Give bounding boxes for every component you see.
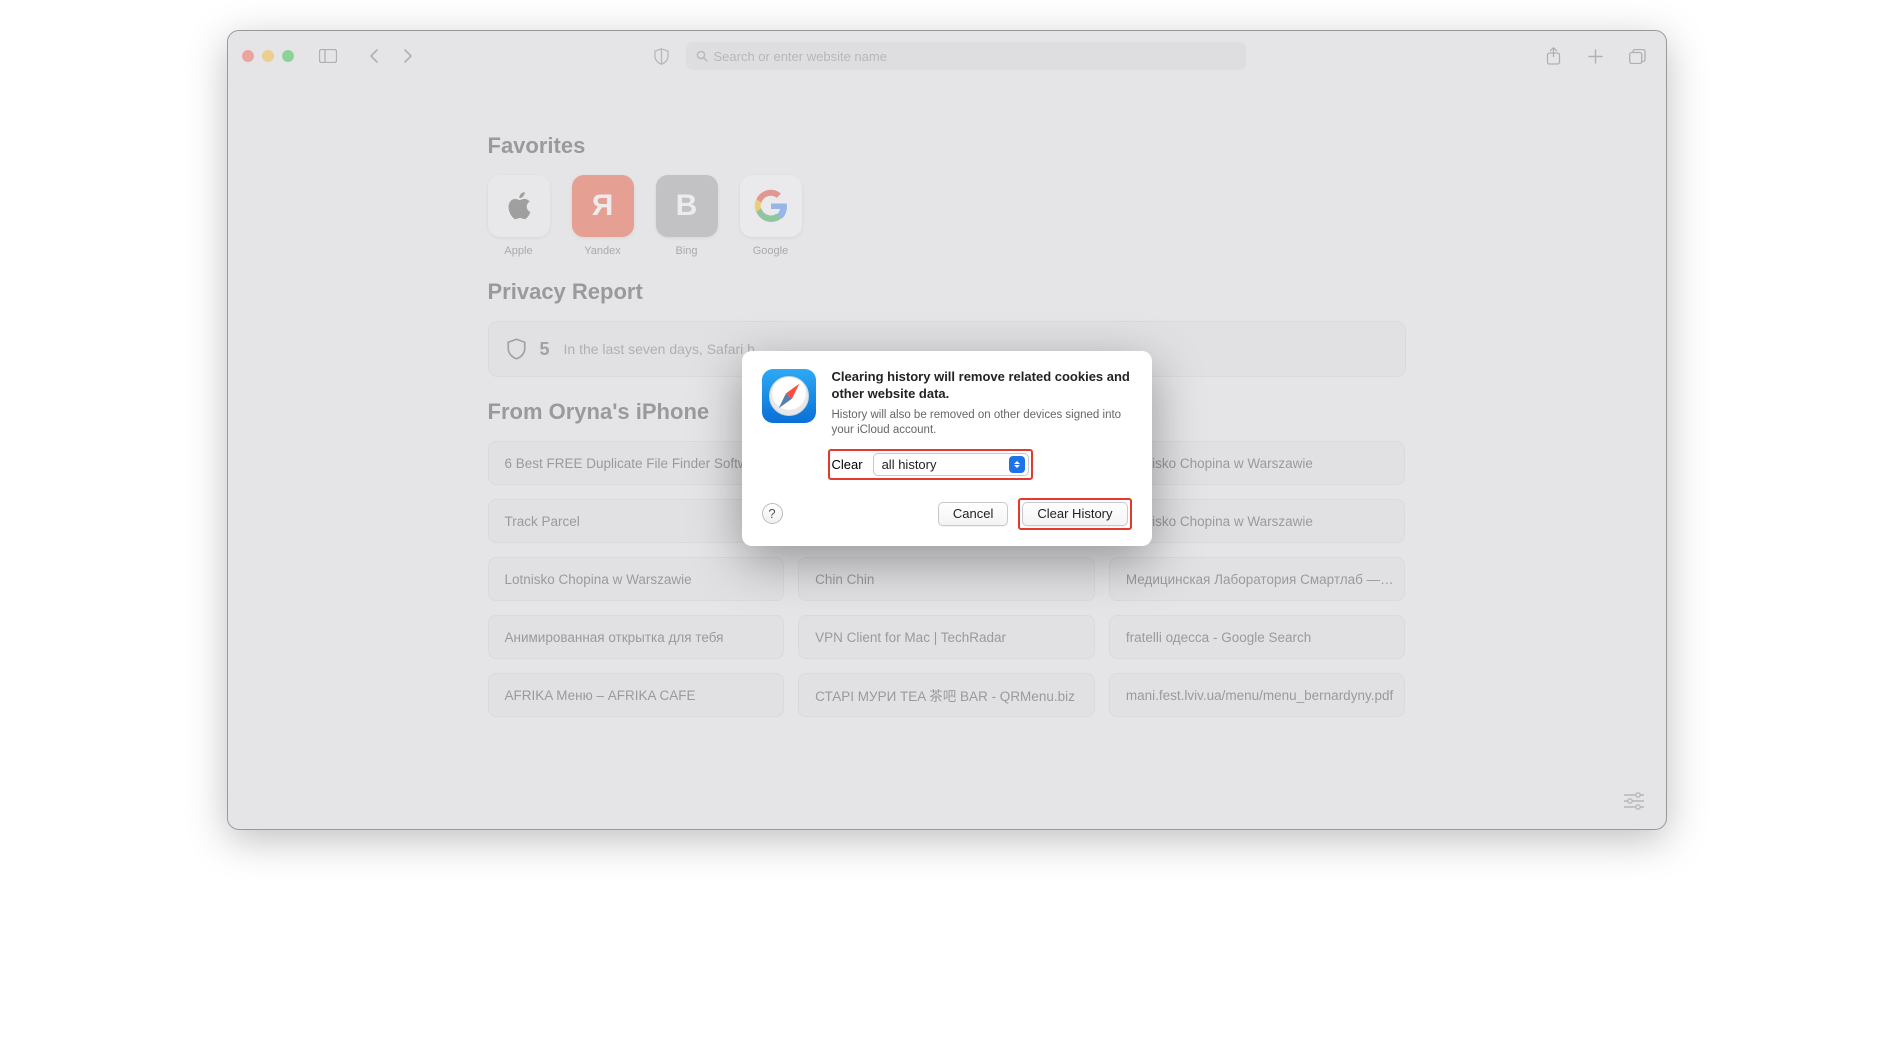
search-icon (696, 50, 708, 62)
address-placeholder: Search or enter website name (714, 49, 887, 64)
favorites-row: Apple Я Yandex B Bing Google (488, 175, 1406, 257)
favorite-label: Bing (675, 245, 697, 257)
iphone-tab-item[interactable]: Анимированная открытка для тебя (488, 615, 785, 659)
privacy-heading: Privacy Report (488, 279, 1406, 305)
window-controls (242, 50, 294, 62)
forward-button[interactable] (394, 44, 422, 68)
privacy-shield-icon[interactable] (648, 44, 676, 68)
iphone-tab-item[interactable]: VPN Client for Mac | TechRadar (798, 615, 1095, 659)
new-tab-button[interactable] (1582, 44, 1610, 68)
favorites-heading: Favorites (488, 133, 1406, 159)
dialog-title: Clearing history will remove related coo… (832, 369, 1132, 403)
favorite-bing[interactable]: B Bing (656, 175, 718, 257)
close-window-button[interactable] (242, 50, 254, 62)
share-button[interactable] (1540, 44, 1568, 68)
clear-range-select[interactable]: all history (873, 453, 1029, 476)
favorite-label: Yandex (584, 245, 621, 257)
tracker-count: 5 (540, 339, 550, 360)
help-button[interactable]: ? (762, 503, 783, 524)
favorite-yandex[interactable]: Я Yandex (572, 175, 634, 257)
clear-history-dialog: Clearing history will remove related coo… (742, 351, 1152, 546)
tab-overview-button[interactable] (1624, 44, 1652, 68)
back-button[interactable] (360, 44, 388, 68)
iphone-tab-item[interactable]: Медицинская Лаборатория Смартлаб —… (1109, 557, 1406, 601)
favorite-google[interactable]: Google (740, 175, 802, 257)
clear-history-button[interactable]: Clear History (1022, 502, 1127, 526)
sidebar-toggle-button[interactable] (314, 44, 342, 68)
iphone-tab-item[interactable]: Lotnisko Chopina w Warszawie (1109, 499, 1406, 543)
select-value: all history (882, 457, 937, 472)
iphone-tab-item[interactable]: Track Parcel (488, 499, 785, 543)
iphone-tab-item[interactable]: Chin Chin (798, 557, 1095, 601)
address-bar[interactable]: Search or enter website name (686, 42, 1246, 70)
favorite-label: Google (753, 245, 788, 257)
start-page-settings-button[interactable] (1620, 789, 1648, 813)
safari-app-icon (762, 369, 816, 423)
iphone-tab-item[interactable]: fratelli одесса - Google Search (1109, 615, 1406, 659)
yandex-icon: Я (572, 175, 634, 237)
iphone-tab-item[interactable]: СТАРІ МУРИ TEA 茶吧 BAR - QRMenu.biz (798, 673, 1095, 717)
minimize-window-button[interactable] (262, 50, 274, 62)
shield-icon (507, 338, 526, 360)
google-icon (740, 175, 802, 237)
toolbar: Search or enter website name (228, 31, 1666, 81)
favorite-apple[interactable]: Apple (488, 175, 550, 257)
apple-icon (488, 175, 550, 237)
fullscreen-window-button[interactable] (282, 50, 294, 62)
dialog-subtitle: History will also be removed on other de… (832, 408, 1132, 439)
favorite-label: Apple (504, 245, 532, 257)
iphone-tab-item[interactable]: Lotnisko Chopina w Warszawie (1109, 441, 1406, 485)
cancel-button[interactable]: Cancel (938, 502, 1008, 526)
clear-label: Clear (832, 457, 863, 472)
bing-icon: B (656, 175, 718, 237)
select-stepper-icon (1009, 456, 1025, 473)
safari-window: Search or enter website name Favorites A… (227, 30, 1667, 830)
iphone-tab-item[interactable]: mani.fest.lviv.ua/menu/menu_bernardyny.p… (1109, 673, 1406, 717)
iphone-tab-item[interactable]: Lotnisko Chopina w Warszawie (488, 557, 785, 601)
privacy-text: In the last seven days, Safari h (564, 341, 755, 357)
iphone-tab-item[interactable]: 6 Best FREE Duplicate File Finder Softwa… (488, 441, 785, 485)
iphone-tab-item[interactable]: AFRIKA Меню – AFRIKA CAFE (488, 673, 785, 717)
